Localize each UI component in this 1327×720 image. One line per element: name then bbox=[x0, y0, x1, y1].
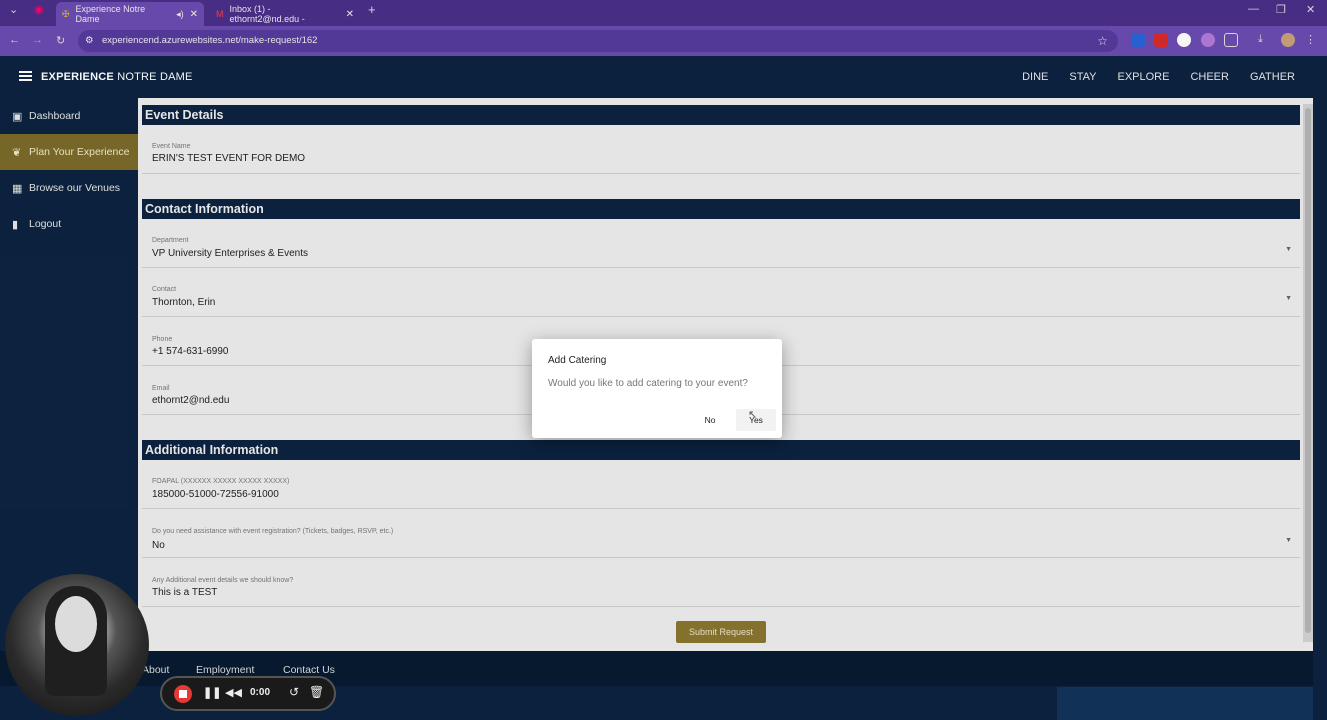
sidebar-item-plan-your-experience[interactable]: ❦ Plan Your Experience bbox=[0, 134, 138, 170]
extension-zoom-icon[interactable] bbox=[1131, 33, 1145, 47]
building-icon: ▦ bbox=[12, 182, 23, 195]
tab-search-icon[interactable]: ⌄ bbox=[9, 3, 18, 16]
close-window-icon[interactable]: ✕ bbox=[1306, 3, 1315, 16]
footer-link-employment[interactable]: Employment bbox=[196, 664, 254, 676]
tab-experience-notre-dame[interactable]: ✠ Experience Notre Dame ◂) ✕ bbox=[56, 2, 204, 26]
profile-avatar[interactable] bbox=[1281, 33, 1295, 47]
dialog-no-button[interactable]: No bbox=[694, 409, 726, 431]
close-tab-icon[interactable]: ✕ bbox=[190, 9, 198, 20]
section-heading-event-details: Event Details bbox=[142, 105, 1300, 125]
url-bar[interactable]: ⚙ experiencend.azurewebsites.net/make-re… bbox=[78, 30, 1118, 52]
screen-recorder-controls: ❚❚ ◀◀ 0:00 ↺ 🗑 bbox=[160, 676, 336, 711]
tab-title: Inbox (1) - ethornt2@nd.edu - bbox=[229, 4, 305, 24]
extension-password-icon[interactable] bbox=[1177, 33, 1191, 47]
reload-icon[interactable]: ↻ bbox=[56, 34, 65, 47]
nav-stay[interactable]: STAY bbox=[1069, 71, 1096, 83]
chevron-down-icon: ▼ bbox=[1285, 295, 1292, 302]
nav-dine[interactable]: DINE bbox=[1022, 71, 1048, 83]
webcam-face bbox=[55, 596, 97, 652]
dialog-message: Would you like to add catering to your e… bbox=[548, 378, 748, 389]
site-info-icon[interactable]: ⚙ bbox=[85, 30, 94, 52]
site-header: EXPERIENCE NOTRE DAME DINE STAY EXPLORE … bbox=[0, 56, 1327, 98]
extensions-puzzle-icon[interactable] bbox=[1224, 33, 1238, 47]
footer-panel bbox=[1057, 687, 1313, 720]
additional-details-field[interactable]: Any Additional event details we should k… bbox=[142, 559, 1300, 607]
tab-inbox[interactable]: M Inbox (1) - ethornt2@nd.edu - ✕ bbox=[210, 2, 360, 26]
browser-tab-bar: ⌄ ◉ ✠ Experience Notre Dame ◂) ✕ M Inbox… bbox=[0, 0, 1327, 26]
section-heading-additional: Additional Information bbox=[142, 440, 1300, 460]
top-nav: DINE STAY EXPLORE CHEER GATHER bbox=[1022, 71, 1295, 83]
submit-request-button[interactable]: Submit Request bbox=[676, 621, 766, 643]
extension-color-icon[interactable] bbox=[1201, 33, 1215, 47]
footer-link-about[interactable]: About bbox=[142, 664, 169, 676]
chevron-down-icon: ▼ bbox=[1285, 537, 1292, 544]
nav-explore[interactable]: EXPLORE bbox=[1117, 71, 1169, 83]
browser-toolbar: ⚙ experiencend.azurewebsites.net/make-re… bbox=[0, 26, 1327, 56]
tab-title: Experience Notre Dame bbox=[75, 4, 146, 24]
chevron-down-icon: ▼ bbox=[1285, 246, 1292, 253]
back-icon[interactable]: ← bbox=[9, 34, 20, 46]
nd-favicon-icon: ✠ bbox=[62, 8, 70, 19]
dialog-title: Add Catering bbox=[548, 355, 607, 366]
extension-acrobat-icon[interactable] bbox=[1154, 33, 1168, 47]
audio-icon[interactable]: ◂) bbox=[176, 9, 184, 20]
add-catering-dialog: Add Catering Would you like to add cater… bbox=[532, 339, 782, 438]
event-name-field[interactable]: Event Name ERIN'S TEST EVENT FOR DEMO bbox=[142, 126, 1300, 174]
recording-timer: 0:00 bbox=[250, 687, 271, 698]
browser-menu-icon[interactable]: ⋮ bbox=[1305, 33, 1319, 47]
sidebar-item-logout[interactable]: ▮ Logout bbox=[0, 206, 138, 242]
gmail-favicon-icon: M bbox=[216, 9, 224, 19]
calendar-icon: ▣ bbox=[12, 110, 23, 123]
hamburger-menu-icon[interactable] bbox=[19, 71, 32, 81]
site-brand[interactable]: EXPERIENCE NOTRE DAME bbox=[41, 71, 193, 83]
sidebar-item-dashboard[interactable]: ▣ Dashboard bbox=[0, 98, 138, 134]
close-tab-icon[interactable]: ✕ bbox=[346, 9, 354, 20]
registration-assistance-select[interactable]: Do you need assistance with event regist… bbox=[142, 510, 1300, 558]
new-tab-icon[interactable]: + bbox=[368, 2, 376, 17]
stop-recording-button[interactable] bbox=[174, 685, 192, 703]
pause-icon[interactable]: ❚❚ bbox=[203, 686, 221, 699]
mouse-cursor-icon: ↖ bbox=[748, 409, 758, 421]
restore-icon[interactable]: ❐ bbox=[1276, 3, 1286, 16]
leaf-icon: ❦ bbox=[12, 146, 22, 159]
door-icon: ▮ bbox=[12, 218, 19, 231]
section-heading-contact: Contact Information bbox=[142, 199, 1300, 219]
footer-link-contact-us[interactable]: Contact Us bbox=[283, 664, 335, 676]
foapal-field[interactable]: FOAPAL (XXXXXX XXXXX XXXXX XXXXX) 185000… bbox=[142, 461, 1300, 509]
page-scrollbar[interactable] bbox=[1303, 104, 1313, 642]
restart-icon[interactable]: ↺ bbox=[289, 685, 299, 699]
url-text: experiencend.azurewebsites.net/make-requ… bbox=[102, 35, 318, 46]
trash-icon[interactable]: 🗑 bbox=[309, 685, 324, 699]
rewind-icon[interactable]: ◀◀ bbox=[225, 686, 242, 699]
minimize-icon[interactable]: — bbox=[1248, 3, 1259, 15]
nav-cheer[interactable]: CHEER bbox=[1190, 71, 1229, 83]
nav-gather[interactable]: GATHER bbox=[1250, 71, 1295, 83]
forward-icon[interactable]: → bbox=[32, 34, 43, 46]
sidebar-item-browse-venues[interactable]: ▦ Browse our Venues bbox=[0, 170, 138, 206]
contact-select[interactable]: Contact Thornton, Erin ▼ bbox=[142, 269, 1300, 317]
record-indicator-icon: ◉ bbox=[34, 4, 44, 16]
bookmark-star-icon[interactable]: ☆ bbox=[1097, 30, 1108, 52]
department-select[interactable]: Department VP University Enterprises & E… bbox=[142, 220, 1300, 268]
webcam-preview bbox=[5, 574, 149, 716]
download-icon[interactable]: ⤓ bbox=[1258, 33, 1272, 47]
